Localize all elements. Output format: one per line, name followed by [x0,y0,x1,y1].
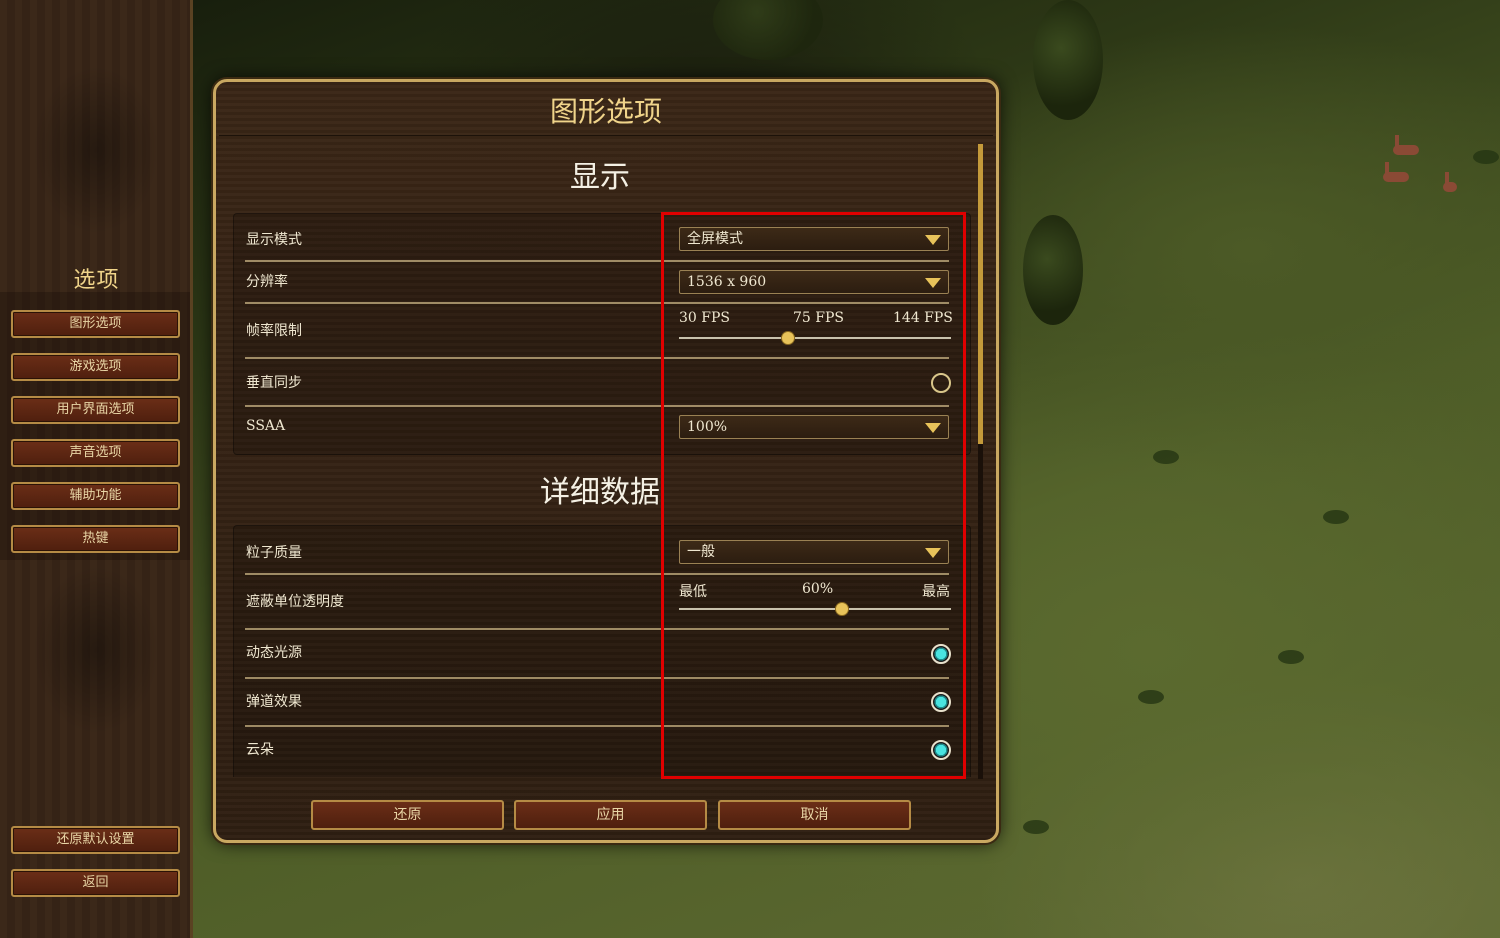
scrollbar-thumb[interactable] [978,144,983,444]
sidebar-item-ui[interactable]: 用户界面选项 [11,396,180,424]
bush-icon [1323,510,1349,524]
sidebar-item-game[interactable]: 游戏选项 [11,353,180,381]
sidebar-item-hotkeys[interactable]: 热键 [11,525,180,553]
bush-icon [1023,820,1049,834]
apply-button[interactable]: 应用 [514,800,707,830]
bush-icon [1278,650,1304,664]
scrollbar[interactable] [978,144,983,779]
particle-quality-label: 粒子质量 [246,545,302,561]
vsync-label: 垂直同步 [246,375,302,391]
occluded-opacity-label: 遮蔽单位透明度 [246,594,344,610]
options-sidebar: 选项 图形选项 游戏选项 用户界面选项 声音选项 辅助功能 热键 还原默认设置 … [0,0,193,938]
display-mode-label: 显示模式 [246,232,302,248]
tree-icon [1023,215,1083,325]
back-button[interactable]: 返回 [11,869,180,897]
projectile-effects-label: 弹道效果 [246,694,302,710]
revert-button[interactable]: 还原 [311,800,504,830]
sidebar-title: 选项 [73,268,120,293]
restore-defaults-button[interactable]: 还原默认设置 [11,826,180,854]
title-divider [219,135,993,136]
ssaa-label: SSAA [246,418,286,434]
dialog-title: 图形选项 [549,95,662,128]
bush-icon [1138,690,1164,704]
deer-icon[interactable] [1443,172,1457,192]
highlight-box [661,212,966,779]
sidebar-item-accessibility[interactable]: 辅助功能 [11,482,180,510]
cancel-button[interactable]: 取消 [718,800,911,830]
clouds-label: 云朵 [246,742,274,758]
frame-limit-label: 帧率限制 [246,323,302,339]
bush-icon [1153,450,1179,464]
sidebar-item-sound[interactable]: 声音选项 [11,439,180,467]
tree-icon [1033,0,1103,120]
dynamic-lights-label: 动态光源 [246,645,302,661]
sidebar-item-graphics[interactable]: 图形选项 [11,310,180,338]
section-title-display: 显示 [570,160,630,195]
deer-icon[interactable] [1393,135,1419,155]
resolution-label: 分辨率 [246,274,288,290]
tree-icon [713,0,823,60]
deer-icon[interactable] [1383,162,1409,182]
bush-icon [1473,150,1499,164]
